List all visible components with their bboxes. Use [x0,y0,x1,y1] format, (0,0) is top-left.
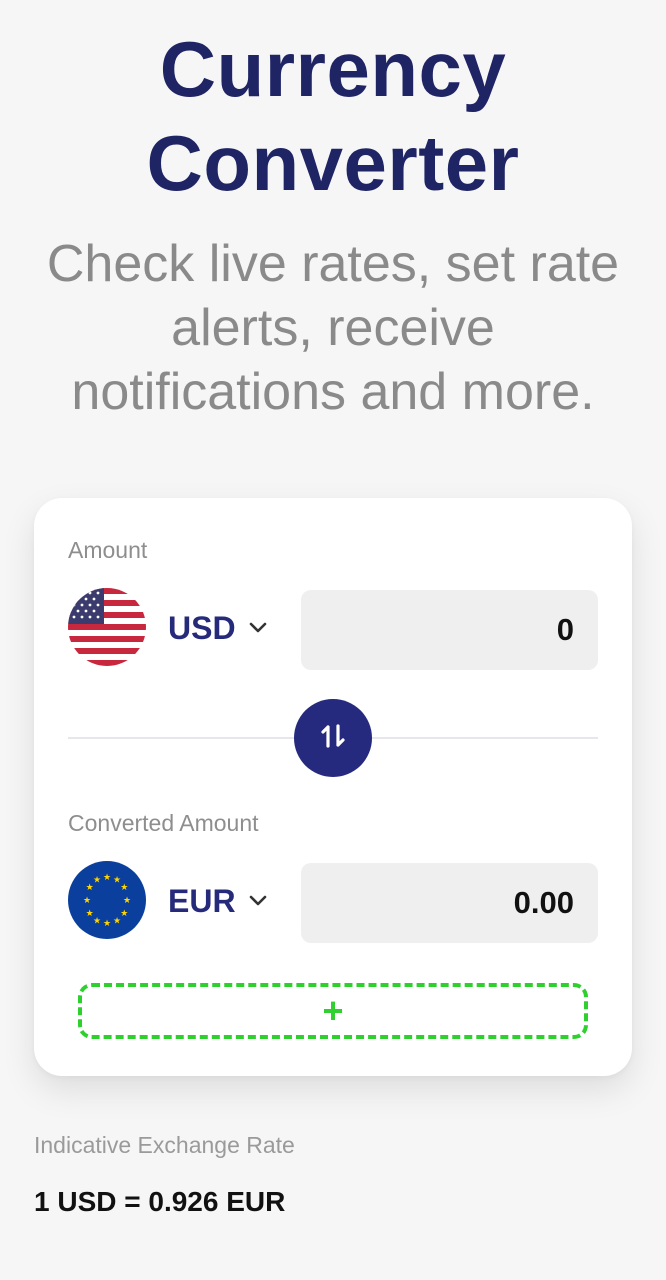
page-title-line-2: Converter [146,119,520,207]
svg-text:★: ★ [103,873,111,883]
us-flag-icon [68,588,146,666]
converter-card: Amount USD 0 Converted Amount ★ ★ ★ ★ ★ … [34,498,632,1076]
chevron-down-icon [248,621,268,635]
page-title-line-1: Currency [159,25,507,113]
svg-text:★: ★ [120,909,128,919]
to-currency-select[interactable]: EUR [168,881,268,921]
exchange-rate-value: 1 USD = 0.926 EUR [34,1186,286,1217]
from-currency-select[interactable]: USD [168,608,268,648]
exchange-rate-label: Indicative Exchange Rate [34,1132,295,1158]
svg-text:★: ★ [93,916,101,926]
svg-text:★: ★ [86,909,94,919]
amount-input[interactable]: 0 [301,590,598,670]
to-currency-code: EUR [168,883,236,919]
page-subtitle: Check live rates, set rate alerts, recei… [46,235,620,421]
swap-vertical-icon [316,719,350,758]
svg-text:★: ★ [93,876,101,886]
svg-text:★: ★ [123,896,131,906]
svg-text:★: ★ [113,916,121,926]
eu-flag-icon: ★ ★ ★ ★ ★ ★ ★ ★ ★ ★ ★ ★ [68,861,146,939]
svg-text:★: ★ [83,896,91,906]
swap-currencies-button[interactable] [294,699,372,777]
page-title: Currency Converter [0,22,666,210]
svg-text:★: ★ [120,883,128,893]
add-currency-button[interactable]: + [78,983,588,1039]
plus-icon: + [322,990,344,1031]
converted-amount-output[interactable]: 0.00 [301,863,598,943]
svg-text:★: ★ [103,919,111,929]
converted-amount-label: Converted Amount [68,810,259,836]
chevron-down-icon [248,894,268,908]
amount-label: Amount [68,537,148,563]
from-currency-code: USD [168,610,236,646]
